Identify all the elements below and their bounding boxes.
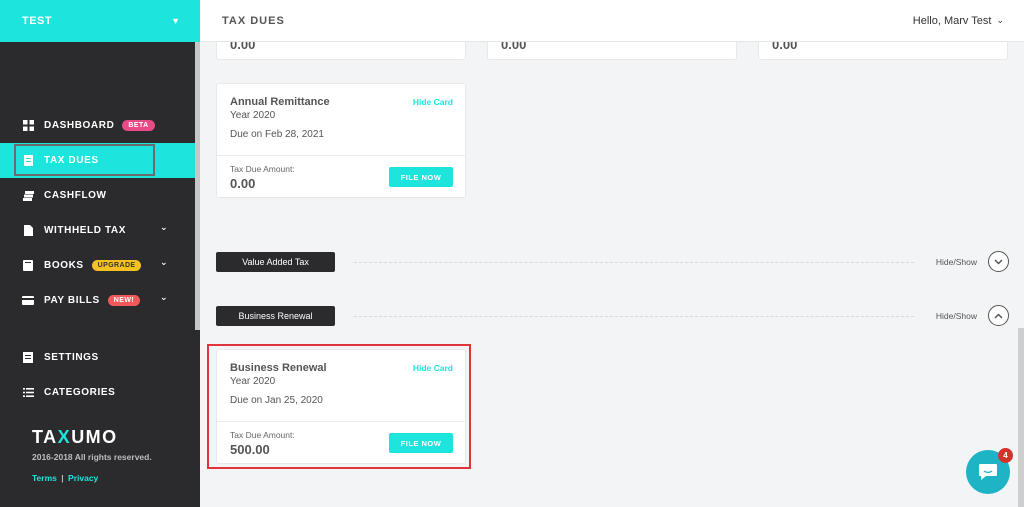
sidebar-item-label: CATEGORIES (44, 387, 116, 398)
sidebar-item-label: PAY BILLS (44, 295, 100, 306)
sidebar-nav-secondary: SETTINGS CATEGORIES (0, 340, 195, 410)
chevron-down-icon: ⌄ (160, 222, 169, 232)
chevron-down-icon: ⌄ (160, 257, 169, 267)
chevron-down-icon: ⌄ (996, 15, 1004, 25)
sidebar-item-cashflow[interactable]: CASHFLOW (0, 178, 195, 213)
unread-count-badge: 4 (998, 448, 1013, 463)
section-label: Value Added Tax (216, 252, 335, 272)
section-value-added-tax: Value Added Tax Hide/Show (216, 251, 1009, 272)
user-greeting: Hello, Marv Test (912, 14, 992, 27)
sidebar-item-label: CASHFLOW (44, 190, 107, 201)
user-menu[interactable]: Hello, Marv Test ⌄ (913, 15, 1004, 27)
book-icon (22, 260, 34, 272)
section-label: Business Renewal (216, 306, 335, 326)
brand-logo-part: X (57, 427, 72, 447)
grid-icon (22, 120, 34, 132)
sidebar-item-label: WITHHELD TAX (44, 225, 127, 236)
sidebar-item-label: BOOKS (44, 260, 84, 271)
hide-card-link[interactable]: Hide Card (413, 97, 453, 107)
caret-down-icon: ▼ (171, 16, 180, 26)
card-divider (217, 155, 465, 156)
expand-button[interactable] (988, 251, 1009, 272)
sidebar-item-tax-dues[interactable]: TAX DUES (0, 143, 195, 178)
brand-logo-part: UMO (71, 427, 118, 447)
amount-label: Tax Due Amount: (230, 164, 295, 174)
sidebar-nav: DASHBOARD BETA TAX DUES CASHFLOW WITHHEL… (0, 108, 195, 318)
beta-badge: BETA (122, 120, 155, 131)
list-icon (22, 387, 34, 399)
sidebar-item-categories[interactable]: CATEGORIES (0, 375, 195, 410)
file-icon (22, 225, 34, 237)
main-scrollbar[interactable] (1018, 328, 1024, 507)
card-year: Year 2020 (230, 110, 276, 121)
legal-links: Terms | Privacy (32, 473, 98, 483)
chat-icon (979, 464, 997, 480)
upgrade-badge: UPGRADE (91, 260, 142, 271)
credit-card-icon (22, 295, 34, 307)
brand-logo: TAXUMO (32, 427, 118, 448)
section-business-renewal: Business Renewal Hide/Show (216, 305, 1009, 326)
sidebar-item-books[interactable]: BOOKS UPGRADE ⌄ (0, 248, 195, 283)
sidebar-item-label: DASHBOARD (44, 120, 115, 131)
settings-icon (22, 352, 34, 364)
terms-link[interactable]: Terms (32, 473, 57, 483)
link-separator: | (61, 473, 64, 483)
section-divider (354, 316, 914, 317)
file-now-button[interactable]: FILE NOW (389, 167, 453, 187)
sidebar: TEST ▼ DASHBOARD BETA TAX DUES CASHFLOW (0, 0, 200, 507)
sidebar-scrollbar[interactable] (195, 42, 200, 330)
brand-logo-part: TA (32, 427, 58, 447)
card-due-date: Due on Feb 28, 2021 (230, 129, 324, 140)
hide-show-toggle[interactable]: Hide/Show (936, 257, 977, 267)
chevron-down-icon (994, 258, 1003, 265)
cash-stack-icon (22, 190, 34, 202)
card-title: Annual Remittance (230, 96, 330, 108)
sidebar-item-pay-bills[interactable]: PAY BILLS NEW! ⌄ (0, 283, 195, 318)
copyright-text: 2016-2018 All rights reserved. (32, 452, 152, 462)
privacy-link[interactable]: Privacy (68, 473, 98, 483)
highlight-outline (207, 344, 471, 469)
chevron-up-icon (994, 312, 1003, 319)
annual-remittance-card: Annual Remittance Year 2020 Due on Feb 2… (216, 83, 466, 198)
top-header: TAX DUES Hello, Marv Test ⌄ (200, 0, 1024, 42)
sidebar-item-settings[interactable]: SETTINGS (0, 340, 195, 375)
sidebar-item-dashboard[interactable]: DASHBOARD BETA (0, 108, 195, 143)
sidebar-item-label: SETTINGS (44, 352, 99, 363)
org-switcher[interactable]: TEST ▼ (0, 0, 200, 42)
hide-show-toggle[interactable]: Hide/Show (936, 311, 977, 321)
sidebar-item-withheld-tax[interactable]: WITHHELD TAX ⌄ (0, 213, 195, 248)
new-badge: NEW! (107, 295, 141, 306)
org-name: TEST (22, 15, 53, 27)
chevron-down-icon: ⌄ (160, 292, 169, 302)
section-divider (354, 262, 914, 263)
tax-due-amount: 0.00 (230, 176, 256, 191)
selection-outline (14, 144, 155, 176)
page-title: TAX DUES (222, 14, 285, 27)
collapse-button[interactable] (988, 305, 1009, 326)
